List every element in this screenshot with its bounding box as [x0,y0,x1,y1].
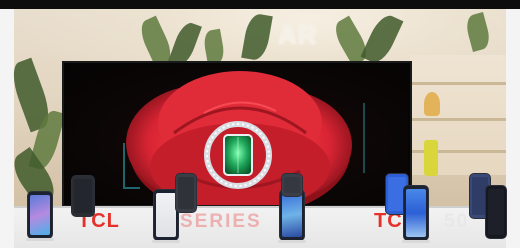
counter-series-text: SERIES [180,211,262,232]
smartphone [28,192,52,238]
shelf-board [410,82,506,85]
yellow-product [424,140,438,176]
smartphone [280,190,304,240]
phone-stand [402,240,430,243]
smartphone [72,176,94,216]
smartphone [486,186,506,238]
phone-stand [152,240,180,243]
phone-stand [278,240,306,243]
smartphone [282,174,302,196]
shelf-board [410,118,506,121]
flower-vase [424,92,440,116]
counter-model-text: 50 [444,211,470,232]
black-top-strip [0,0,520,9]
television [62,61,412,207]
smartphone [154,190,178,240]
photo: AR TCL SERIES TCL 50 [0,0,520,248]
smartphone [176,174,196,212]
smartphone [404,186,428,240]
right-white-frame [506,9,520,248]
left-white-frame [0,9,14,248]
wall-sign-text: AR [278,20,318,50]
phone-stand [26,238,54,241]
rose-ring-image [123,71,365,205]
